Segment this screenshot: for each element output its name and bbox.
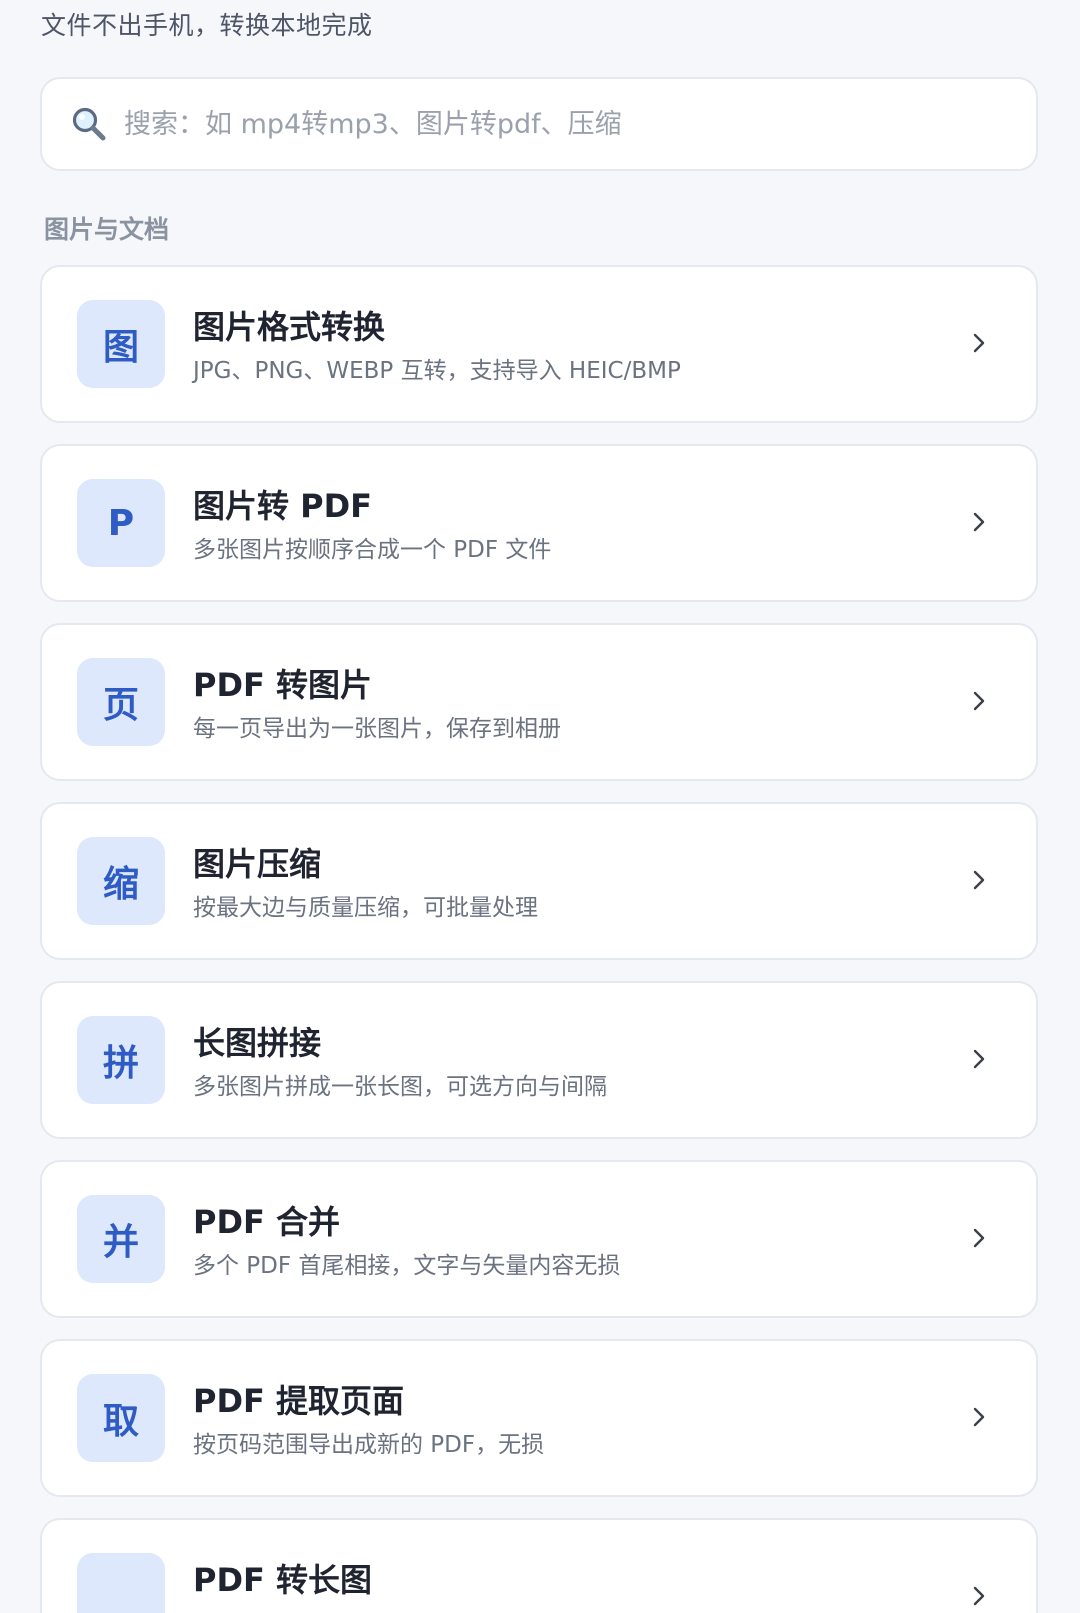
- tool-card[interactable]: 取 PDF 提取页面按页码范围导出成新的 PDF，无损: [40, 1339, 1038, 1497]
- tool-card[interactable]: 页 PDF 转图片每一页导出为一张图片，保存到相册: [40, 623, 1038, 781]
- chevron-right-icon: [973, 691, 985, 711]
- tool-icon: P: [77, 479, 165, 567]
- tool-icon: 图: [77, 300, 165, 388]
- tool-title: PDF 合并: [193, 1203, 341, 1241]
- tool-title: 图片压缩: [193, 845, 322, 883]
- search-bar[interactable]: [40, 77, 1038, 171]
- tool-title: PDF 转长图: [193, 1561, 373, 1599]
- chevron-right-icon: [973, 1049, 985, 1069]
- tool-description: 按最大边与质量压缩，可批量处理: [193, 895, 538, 921]
- tool-icon: 拼: [77, 1016, 165, 1104]
- tool-card[interactable]: PDF 转长图: [40, 1518, 1038, 1613]
- page-subtitle: 文件不出手机，转换本地完成: [41, 11, 373, 40]
- tool-title: PDF 转图片: [193, 666, 373, 704]
- tool-list-page: 文件不出手机，转换本地完成 图片与文档 图图片格式转换 JPG、PNG、WEBP …: [0, 0, 1080, 1613]
- tool-description: 每一页导出为一张图片，保存到相册: [193, 716, 561, 742]
- chevron-right-icon: [973, 333, 985, 353]
- tool-icon: 取: [77, 1374, 165, 1462]
- chevron-right-icon: [973, 512, 985, 532]
- tool-description: 多张图片按顺序合成一个 PDF 文件: [193, 537, 552, 563]
- tool-icon: 页: [77, 658, 165, 746]
- tool-description: 多张图片拼成一张长图，可选方向与间隔: [193, 1074, 607, 1100]
- tool-card[interactable]: 缩图片压缩按最大边与质量压缩，可批量处理: [40, 802, 1038, 960]
- section-title: 图片与文档: [44, 215, 170, 244]
- tool-description: 按页码范围导出成新的 PDF，无损: [193, 1432, 545, 1458]
- tool-title: 图片格式转换: [193, 308, 386, 346]
- chevron-right-icon: [973, 870, 985, 890]
- search-icon: [72, 107, 106, 141]
- tool-card[interactable]: 拼长图拼接多张图片拼成一张长图，可选方向与间隔: [40, 981, 1038, 1139]
- tool-title: PDF 提取页面: [193, 1382, 405, 1420]
- tool-description: 多个 PDF 首尾相接，文字与矢量内容无损: [193, 1253, 621, 1279]
- tool-title: 长图拼接: [193, 1024, 322, 1062]
- tool-title: 图片转 PDF: [193, 487, 373, 525]
- tool-card[interactable]: 并 PDF 合并多个 PDF 首尾相接，文字与矢量内容无损: [40, 1160, 1038, 1318]
- chevron-right-icon: [973, 1407, 985, 1427]
- tool-icon: 并: [77, 1195, 165, 1283]
- search-input[interactable]: [124, 108, 984, 140]
- chevron-right-icon: [973, 1586, 985, 1606]
- tool-description: JPG、PNG、WEBP 互转，支持导入 HEIC/BMP: [193, 358, 681, 384]
- tool-card[interactable]: P 图片转 PDF 多张图片按顺序合成一个 PDF 文件: [40, 444, 1038, 602]
- tool-icon: [77, 1553, 165, 1613]
- tool-icon: 缩: [77, 837, 165, 925]
- chevron-right-icon: [973, 1228, 985, 1248]
- tool-card[interactable]: 图图片格式转换 JPG、PNG、WEBP 互转，支持导入 HEIC/BMP: [40, 265, 1038, 423]
